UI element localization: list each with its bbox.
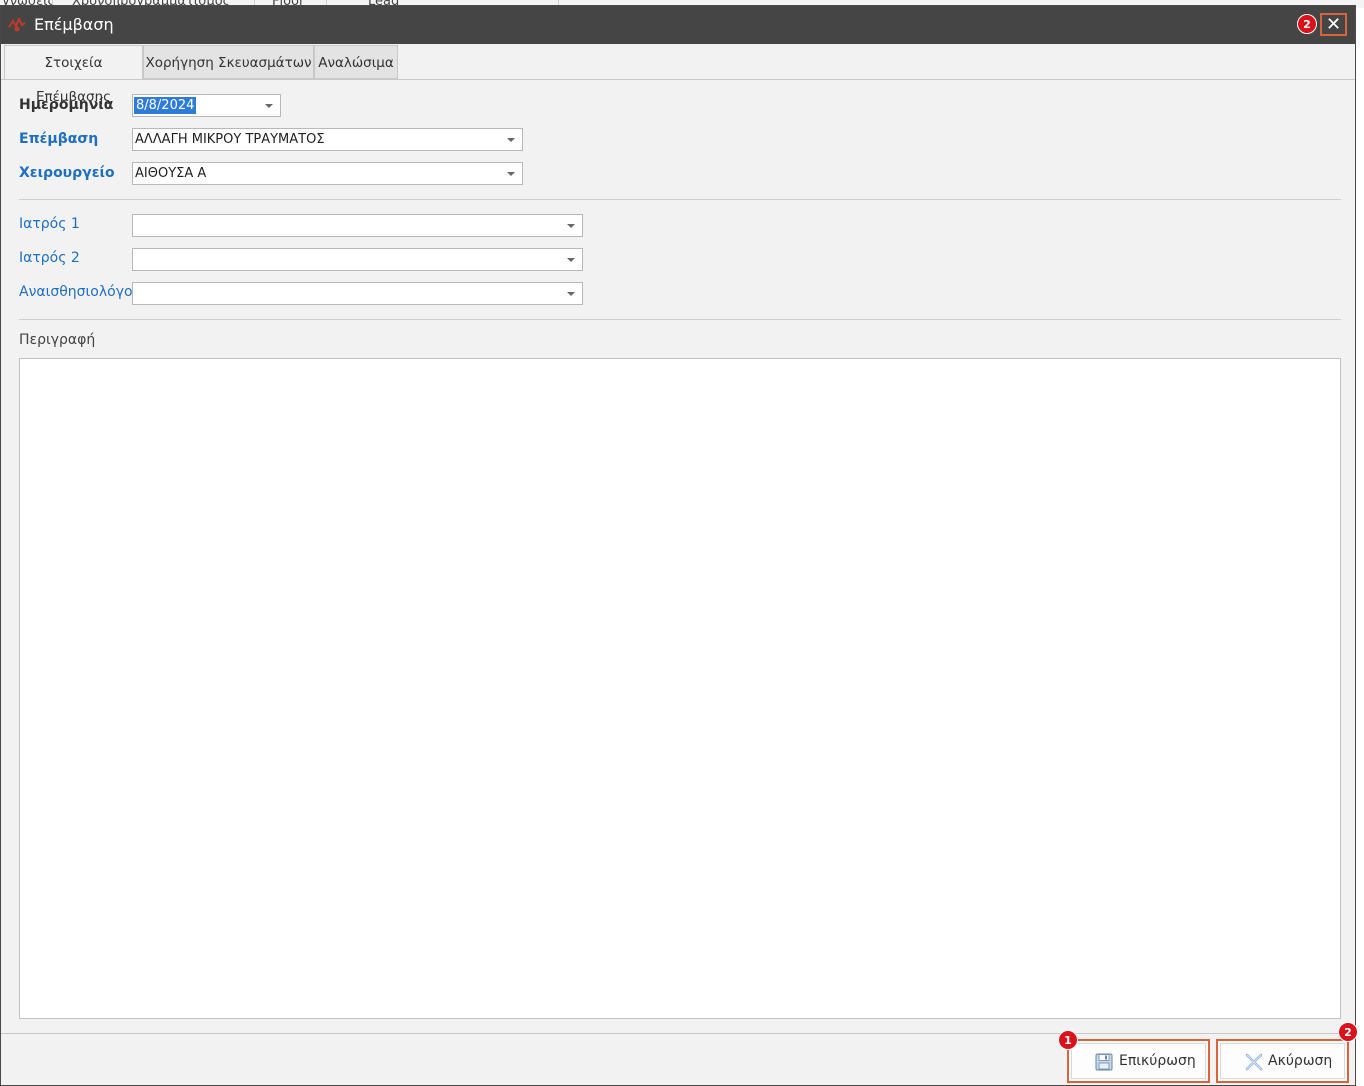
close-icon: ✕	[1325, 14, 1342, 35]
tab-consumables[interactable]: Αναλώσιμα	[314, 45, 398, 79]
doctor1-label: Ιατρός 1	[19, 216, 80, 232]
date-value: 8/8/2024	[134, 97, 197, 114]
doctor2-select[interactable]	[132, 248, 583, 271]
operating-room-label: Χειρουργείο	[19, 165, 115, 181]
cancel-button[interactable]: Ακύρωση	[1216, 1039, 1349, 1083]
chevron-down-icon[interactable]	[567, 292, 575, 296]
date-picker[interactable]: 8/8/2024	[132, 94, 281, 117]
chevron-down-icon[interactable]	[507, 172, 515, 176]
cancel-button-label: Ακύρωση	[1268, 1053, 1333, 1069]
description-label: Περιγραφή	[19, 332, 96, 348]
app-logo-icon	[8, 16, 26, 32]
confirm-button[interactable]: Επικύρωση	[1067, 1039, 1210, 1083]
cancel-x-icon	[1245, 1053, 1263, 1071]
doctor2-label: Ιατρός 2	[19, 250, 80, 266]
dialog-title: Επέμβαση	[34, 15, 114, 34]
operating-room-value: ΑΙΘΟΥΣΑ Α	[135, 166, 207, 181]
footer-divider	[1, 1033, 1355, 1034]
close-step-badge: 2	[1297, 14, 1317, 34]
procedure-dialog: Επέμβαση 2 ✕ Στοιχεία Επέμβασης Χορήγηση…	[0, 5, 1358, 1086]
confirm-step-badge: 1	[1058, 1030, 1078, 1050]
confirm-button-label: Επικύρωση	[1119, 1053, 1196, 1069]
procedure-select[interactable]: ΑΛΛΑΓΗ ΜΙΚΡΟΥ ΤΡΑΥΜΑΤΟΣ	[132, 128, 523, 151]
chevron-down-icon[interactable]	[507, 138, 515, 142]
close-button[interactable]: ✕	[1320, 13, 1347, 36]
description-textarea[interactable]	[19, 358, 1341, 1019]
chevron-down-icon[interactable]	[567, 258, 575, 262]
anesthesiologist-select[interactable]	[132, 282, 583, 305]
operating-room-select[interactable]: ΑΙΘΟΥΣΑ Α	[132, 162, 523, 185]
chevron-down-icon[interactable]	[265, 104, 273, 108]
doctor1-select[interactable]	[132, 214, 583, 237]
dialog-titlebar: Επέμβαση 2 ✕	[1, 6, 1355, 44]
tab-divider	[1, 79, 1355, 80]
procedure-value: ΑΛΛΑΓΗ ΜΙΚΡΟΥ ΤΡΑΥΜΑΤΟΣ	[135, 132, 325, 147]
anesthesiologist-label: Αναισθησιολόγος	[19, 284, 141, 300]
procedure-label: Επέμβαση	[19, 131, 99, 147]
tab-procedure-details[interactable]: Στοιχεία Επέμβασης	[4, 45, 143, 105]
chevron-down-icon[interactable]	[567, 224, 575, 228]
cancel-step-badge: 2	[1338, 1022, 1358, 1042]
tab-medication-administration[interactable]: Χορήγηση Σκευασμάτων	[143, 45, 314, 79]
date-label: Ημερομηνία	[19, 97, 114, 113]
section-divider	[19, 199, 1341, 200]
section-divider	[19, 319, 1341, 320]
save-icon	[1095, 1053, 1113, 1071]
